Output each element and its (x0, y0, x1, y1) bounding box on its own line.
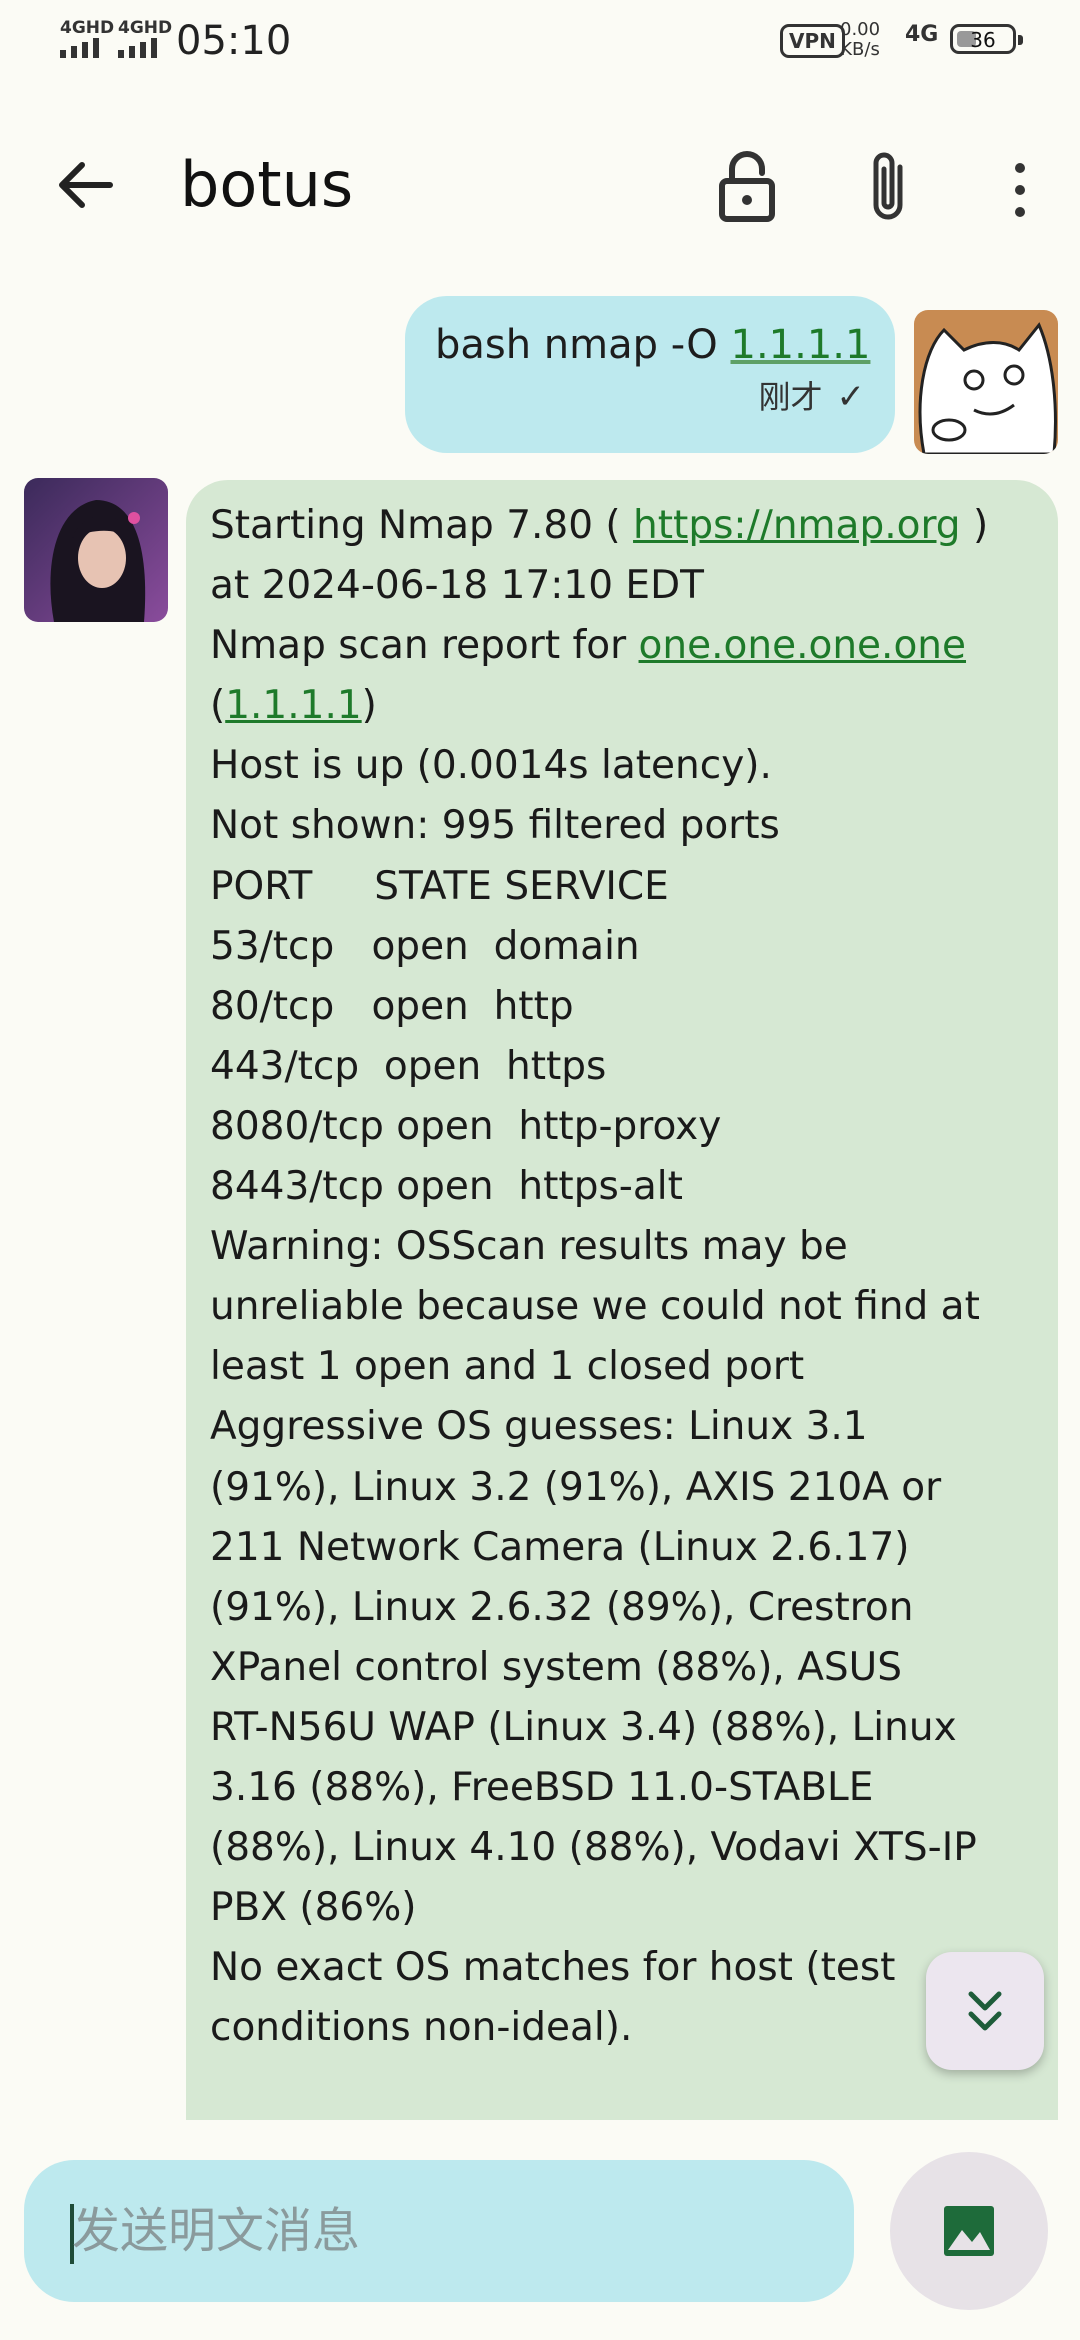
message-link[interactable]: one.one.one.one (639, 623, 966, 668)
message-line-text: 3.16 (88%), FreeBSD 11.0-STABLE (210, 1764, 874, 1810)
message-line: conditions non-ideal). (210, 1998, 1034, 2058)
message-line-text: at 2024-06-18 17:10 EDT (210, 563, 704, 609)
message-line: least 1 open and 1 closed port (210, 1337, 1034, 1397)
message-line-text: 211 Network Camera (Linux 2.6.17) (210, 1524, 910, 1570)
message-line: 53/tcp open domain (210, 917, 1034, 977)
lock-open-icon[interactable] (712, 145, 782, 225)
message-line-text: XPanel control system (88%), ASUS (210, 1644, 902, 1690)
message-line: Aggressive OS guesses: Linux 3.1 (210, 1397, 1034, 1457)
message-line: at 2024-06-18 17:10 EDT (210, 556, 1034, 616)
message-line-text: PBX (86%) (210, 1885, 417, 1931)
message-line: 443/tcp open https (210, 1037, 1034, 1097)
message-line-text: 8080/tcp open http-proxy (210, 1103, 722, 1149)
battery-level: 36 (970, 28, 996, 52)
message-line: Starting Nmap 7.80 ( https://nmap.org ) (210, 496, 1034, 556)
message-line-text: Warning: OSScan results may be (210, 1224, 848, 1270)
message-line: (1.1.1.1) (210, 676, 1034, 736)
message-line: Nmap scan report for one.one.one.one (210, 616, 1034, 676)
message-line-text: 80/tcp open http (210, 983, 574, 1029)
speed-value: 0.00 (840, 19, 881, 40)
my-avatar[interactable] (914, 310, 1058, 454)
check-icon: ✓ (836, 377, 866, 417)
more-vert-icon[interactable] (1000, 150, 1040, 230)
command-text: bash nmap -O (435, 322, 731, 368)
bot-avatar[interactable] (24, 478, 168, 622)
message-line: No exact OS matches for host (test (210, 1938, 1034, 1998)
double-chevron-down-icon (968, 1991, 1002, 2031)
sim2-bars-icon (118, 38, 157, 58)
message-line: Warning: OSScan results may be (210, 1217, 1034, 1277)
composer-bar (0, 2120, 1080, 2340)
message-line-text: 8443/tcp open https-alt (210, 1164, 683, 1210)
outgoing-message-text: bash nmap -O 1.1.1.1 (435, 322, 870, 368)
sim2-signal: 4GHD (118, 18, 172, 38)
send-image-button[interactable] (890, 2152, 1048, 2310)
message-line-text: 443/tcp open https (210, 1043, 607, 1089)
incoming-message-bubble[interactable]: Starting Nmap 7.80 ( https://nmap.org ) a… (186, 480, 1058, 2130)
status-bar: 4GHD 4GHD 05:10 VPN 0.00 KB/s 4G 36 (0, 0, 1080, 84)
scroll-to-bottom-button[interactable] (926, 1952, 1044, 2070)
message-line-text: (88%), Linux 4.10 (88%), Vodavi XTS-IP (210, 1825, 977, 1871)
target-link[interactable]: 1.1.1.1 (731, 322, 871, 368)
outgoing-message-bubble[interactable]: bash nmap -O 1.1.1.1 刚才 ✓ (405, 296, 895, 453)
message-line-text: Starting Nmap 7.80 ( (210, 503, 634, 548)
message-line: 8443/tcp open https-alt (210, 1157, 1034, 1217)
message-line-text: Nmap scan report for (210, 623, 639, 669)
message-line: 3.16 (88%), FreeBSD 11.0-STABLE (210, 1758, 1034, 1818)
message-line: PBX (86%) (210, 1878, 1034, 1938)
sim1-signal: 4GHD (60, 18, 114, 38)
message-line-text: ( (210, 683, 226, 729)
message-line-text: (91%), Linux 3.2 (91%), AXIS 210A or (210, 1464, 942, 1510)
message-link[interactable]: https://nmap.org (633, 503, 961, 548)
back-arrow-icon[interactable] (50, 150, 120, 220)
message-line-text: ) (960, 503, 989, 548)
message-line: (91%), Linux 3.2 (91%), AXIS 210A or (210, 1458, 1034, 1518)
message-input-container[interactable] (24, 2160, 854, 2302)
message-line: PORT STATE SERVICE (210, 857, 1034, 917)
message-line-text: RT-N56U WAP (Linux 3.4) (88%), Linux (210, 1704, 957, 1750)
message-link[interactable]: 1.1.1.1 (225, 683, 361, 728)
battery-icon: 36 (950, 24, 1023, 54)
message-meta: 刚才 ✓ (435, 372, 865, 418)
network-type: 4G (905, 22, 939, 47)
message-line: Not shown: 995 filtered ports (210, 796, 1034, 856)
message-input[interactable] (70, 2190, 834, 2272)
sim1-bars-icon (60, 38, 99, 58)
message-line-text: unreliable because we could not find at (210, 1284, 980, 1330)
app-bar: botus (0, 130, 1080, 240)
message-time: 刚才 (758, 378, 823, 416)
message-line-text: (91%), Linux 2.6.32 (89%), Crestron (210, 1584, 914, 1630)
message-line-text: conditions non-ideal). (210, 2005, 633, 2051)
message-line-text: No exact OS matches for host (test (210, 1945, 896, 1991)
sim2-label: 4GHD (118, 18, 173, 38)
message-line-text: Not shown: 995 filtered ports (210, 803, 780, 849)
message-line: 80/tcp open http (210, 977, 1034, 1037)
speed-unit: KB/s (840, 39, 880, 60)
sim1-label: 4GHD (60, 18, 115, 38)
message-line: 211 Network Camera (Linux 2.6.17) (210, 1518, 1034, 1578)
message-line-text: 53/tcp open domain (210, 923, 640, 969)
message-line: (91%), Linux 2.6.32 (89%), Crestron (210, 1578, 1034, 1638)
message-line: Host is up (0.0014s latency). (210, 736, 1034, 796)
message-line-text: Aggressive OS guesses: Linux 3.1 (210, 1404, 868, 1450)
message-line: (88%), Linux 4.10 (88%), Vodavi XTS-IP (210, 1818, 1034, 1878)
message-line-text: PORT STATE SERVICE (210, 863, 669, 909)
image-icon (944, 2206, 994, 2256)
attach-icon[interactable] (860, 145, 920, 230)
network-speed: 0.00 KB/s (840, 20, 880, 60)
message-line-text: Host is up (0.0014s latency). (210, 743, 772, 789)
message-line: unreliable because we could not find at (210, 1277, 1034, 1337)
incoming-message-text: Starting Nmap 7.80 ( https://nmap.org ) a… (210, 496, 1034, 2058)
message-line: 8080/tcp open http-proxy (210, 1097, 1034, 1157)
vpn-badge: VPN (780, 24, 845, 58)
message-line: RT-N56U WAP (Linux 3.4) (88%), Linux (210, 1698, 1034, 1758)
message-line-text: least 1 open and 1 closed port (210, 1344, 805, 1390)
clock: 05:10 (176, 18, 292, 64)
chat-title: botus (180, 148, 354, 221)
message-line: XPanel control system (88%), ASUS (210, 1638, 1034, 1698)
message-line-text: ) (361, 683, 377, 729)
